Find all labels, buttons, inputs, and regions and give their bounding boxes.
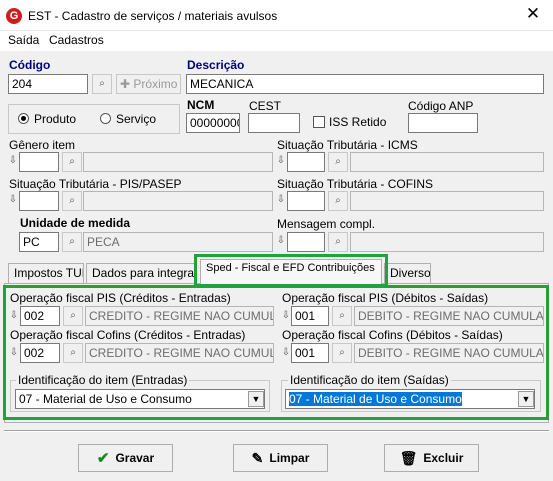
id-saidas-value: 07 - Material de Uso e Consumo	[289, 392, 462, 406]
pin-icon: ⇩	[281, 347, 291, 358]
genero-item-search-icon[interactable]: ⌕	[62, 152, 82, 172]
limpar-label: Limpar	[269, 451, 310, 465]
gravar-label: Gravar	[115, 451, 155, 465]
codigo-input[interactable]: 204	[8, 74, 88, 94]
cofins-saida-desc: DEBITO - REGIME NAO CUMULATIVO	[354, 343, 544, 363]
close-icon[interactable]: ✕	[520, 4, 546, 24]
st-cofins-search-icon[interactable]: ⌕	[328, 191, 348, 211]
cofins-saida-search-icon[interactable]: ⌕	[332, 343, 352, 363]
st-cofins-code[interactable]	[287, 191, 325, 211]
id-saidas-label: Identificação do item (Saídas)	[288, 373, 451, 387]
produto-label: Produto	[34, 112, 77, 126]
proximo-button[interactable]: ✚ Próximo	[116, 74, 181, 94]
id-entradas-select[interactable]: 07 - Material de Uso e Consumo	[15, 389, 265, 409]
genero-item-desc	[83, 152, 273, 172]
tab-impostos-tur[interactable]: Impostos TUR	[8, 263, 84, 283]
unidade-label: Unidade de medida	[20, 216, 131, 230]
st-icms-code[interactable]	[287, 152, 325, 172]
active-tab-highlight	[194, 254, 388, 287]
pis-entrada-desc: CREDITO - REGIME NAO CUMULATIVO	[85, 306, 274, 326]
mensagem-label: Mensagem compl.	[277, 217, 376, 231]
st-pis-code[interactable]	[19, 191, 59, 211]
st-icms-search-icon[interactable]: ⌕	[328, 152, 348, 172]
pis-entrada-label: Operação fiscal PIS (Créditos - Entradas…	[10, 291, 231, 305]
cofins-saida-label: Operação fiscal Cofins (Débitos - Saídas…	[282, 328, 503, 342]
descricao-label: Descrição	[187, 58, 245, 72]
trash-icon: 🗑	[399, 449, 418, 466]
tab-diversos[interactable]: Diversos	[384, 263, 431, 283]
menu-saida[interactable]: Saída	[8, 33, 39, 47]
unidade-code[interactable]: PC	[19, 232, 59, 252]
genero-item-label: Gênero item	[9, 138, 76, 152]
proximo-label: Próximo	[133, 77, 178, 91]
codigo-search-icon[interactable]: ⌕	[92, 74, 112, 94]
pis-entrada-code[interactable]: 002	[20, 306, 60, 326]
st-cofins-desc	[350, 191, 544, 211]
pin-icon: ⇩	[276, 155, 286, 166]
pis-saida-label: Operação fiscal PIS (Débitos - Saídas)	[282, 291, 489, 305]
st-cofins-label: Situação Tributária - COFINS	[277, 177, 434, 191]
pis-saida-search-icon[interactable]: ⌕	[332, 306, 352, 326]
cest-label: CEST	[249, 99, 282, 113]
cofins-entrada-desc: CREDITO - REGIME NAO CUMULATIVO	[85, 343, 274, 363]
servico-radio[interactable]	[100, 113, 111, 124]
limpar-button[interactable]: ✎ Limpar	[233, 444, 328, 472]
iss-retido-checkbox[interactable]	[313, 116, 325, 128]
produto-radio[interactable]	[18, 113, 29, 124]
mensagem-search-icon[interactable]: ⌕	[328, 232, 348, 252]
chevron-down-icon[interactable]: ▼	[248, 391, 264, 407]
mensagem-code[interactable]	[287, 232, 325, 252]
iss-retido-label: ISS Retido	[329, 115, 387, 129]
cest-input[interactable]	[248, 113, 300, 133]
pis-saida-desc: DEBITO - REGIME NAO CUMULATIVO	[354, 306, 544, 326]
gravar-button[interactable]: ✔ Gravar	[78, 444, 173, 472]
eraser-icon: ✎	[251, 449, 264, 466]
st-pis-label: Situação Tributária - PIS/PASEP	[9, 177, 182, 191]
pis-entrada-search-icon[interactable]: ⌕	[63, 306, 83, 326]
mensagem-desc	[350, 232, 544, 252]
servico-label: Serviço	[116, 112, 157, 126]
menu-cadastros[interactable]: Cadastros	[49, 33, 104, 47]
pin-icon: ⇩	[9, 347, 19, 358]
genero-item-code[interactable]	[19, 152, 59, 172]
pin-icon: ⇩	[9, 310, 19, 321]
st-pis-search-icon[interactable]: ⌕	[62, 191, 82, 211]
pin-icon: ⇩	[8, 155, 18, 166]
descricao-input[interactable]: MECANICA	[186, 74, 544, 94]
pin-icon: ⇩	[276, 235, 286, 246]
excluir-label: Excluir	[423, 451, 464, 465]
tab-dados-integracao[interactable]: Dados para integração	[86, 263, 196, 283]
checkmark-icon: ✔	[96, 450, 110, 467]
cofins-entrada-label: Operação fiscal Cofins (Créditos - Entra…	[10, 328, 246, 342]
chevron-down-icon[interactable]: ▼	[518, 391, 534, 407]
id-saidas-select[interactable]: 07 - Material de Uso e Consumo	[285, 389, 535, 409]
ncm-input[interactable]: 00000000	[186, 113, 240, 133]
id-entradas-value: 07 - Material de Uso e Consumo	[19, 392, 192, 406]
cofins-entrada-search-icon[interactable]: ⌕	[63, 343, 83, 363]
unidade-desc: PECA	[83, 232, 273, 252]
window-title: EST - Cadastro de serviços / materiais a…	[28, 9, 278, 23]
pin-icon: ⇩	[8, 194, 18, 205]
ncm-label: NCM	[187, 98, 215, 112]
excluir-button[interactable]: 🗑 Excluir	[384, 444, 479, 472]
st-icms-desc	[350, 152, 544, 172]
st-icms-label: Situação Tributária - ICMS	[277, 138, 418, 152]
st-pis-desc	[83, 191, 273, 211]
separator	[4, 430, 549, 432]
cofins-entrada-code[interactable]: 002	[20, 343, 60, 363]
app-logo-icon: G	[6, 8, 22, 24]
id-entradas-label: Identificação do item (Entradas)	[16, 373, 190, 387]
pin-icon: ⇩	[276, 194, 286, 205]
pis-saida-code[interactable]: 001	[291, 306, 329, 326]
cofins-saida-code[interactable]: 001	[291, 343, 329, 363]
codigo-anp-label: Código ANP	[408, 99, 474, 113]
unidade-search-icon[interactable]: ⌕	[62, 232, 82, 252]
codigo-anp-input[interactable]	[408, 113, 478, 133]
codigo-label: Código	[9, 58, 51, 72]
pin-icon: ⇩	[281, 310, 291, 321]
